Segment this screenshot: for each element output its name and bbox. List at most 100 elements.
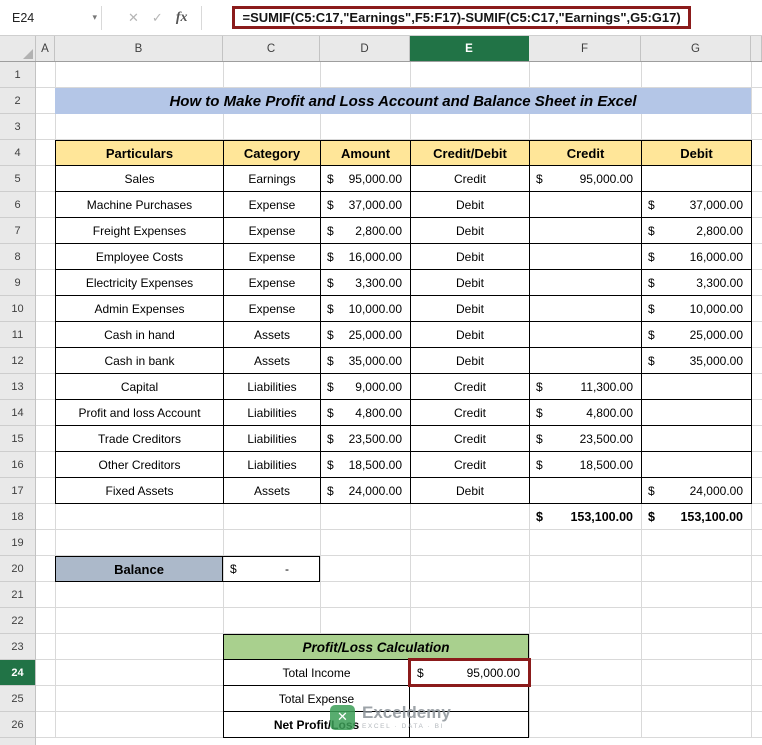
cell-category[interactable]: Liabilities bbox=[224, 452, 321, 478]
credit-total-cell[interactable]: $ 153,100.00 bbox=[529, 504, 641, 530]
cell-credit-debit[interactable]: Debit bbox=[411, 322, 530, 348]
select-all-corner[interactable] bbox=[0, 36, 36, 61]
cell-credit[interactable] bbox=[530, 478, 642, 504]
cell-credit[interactable]: $11,300.00 bbox=[530, 374, 642, 400]
cell-debit[interactable]: $25,000.00 bbox=[642, 322, 752, 348]
cell-debit[interactable]: $24,000.00 bbox=[642, 478, 752, 504]
cell-category[interactable]: Liabilities bbox=[224, 374, 321, 400]
cell-debit[interactable]: $3,300.00 bbox=[642, 270, 752, 296]
cell-particulars[interactable]: Cash in hand bbox=[56, 322, 224, 348]
cell-amount[interactable]: $35,000.00 bbox=[321, 348, 411, 374]
cancel-icon[interactable]: ✕ bbox=[128, 10, 139, 26]
header-credit-debit[interactable]: Credit/Debit bbox=[411, 140, 530, 166]
cell-credit[interactable]: $18,500.00 bbox=[530, 452, 642, 478]
formula-text[interactable]: =SUMIF(C5:C17,"Earnings",F5:F17)-SUMIF(C… bbox=[232, 6, 690, 29]
row-header-3[interactable]: 3 bbox=[0, 114, 35, 140]
row-header-5[interactable]: 5 bbox=[0, 166, 35, 192]
cell-credit-debit[interactable]: Credit bbox=[411, 426, 530, 452]
cell-credit[interactable] bbox=[530, 270, 642, 296]
row-header-13[interactable]: 13 bbox=[0, 374, 35, 400]
cell-category[interactable]: Expense bbox=[224, 270, 321, 296]
cell-debit[interactable]: $35,000.00 bbox=[642, 348, 752, 374]
cell-amount[interactable]: $25,000.00 bbox=[321, 322, 411, 348]
cell-credit-debit[interactable]: Debit bbox=[411, 192, 530, 218]
balance-label-cell[interactable]: Balance bbox=[55, 556, 223, 582]
row-header-4[interactable]: 4 bbox=[0, 140, 35, 166]
profit-loss-title-cell[interactable]: Profit/Loss Calculation bbox=[223, 634, 529, 660]
header-credit[interactable]: Credit bbox=[530, 140, 642, 166]
cell-credit-debit[interactable]: Credit bbox=[411, 452, 530, 478]
cell-category[interactable]: Expense bbox=[224, 218, 321, 244]
row-header-1[interactable]: 1 bbox=[0, 62, 35, 88]
cell-debit[interactable]: $2,800.00 bbox=[642, 218, 752, 244]
row-header-25[interactable]: 25 bbox=[0, 686, 35, 712]
cell-credit-debit[interactable]: Debit bbox=[411, 270, 530, 296]
insert-function-icon[interactable]: fx bbox=[176, 10, 188, 26]
cell-credit[interactable] bbox=[530, 348, 642, 374]
name-box-dropdown-icon[interactable]: ▾ bbox=[92, 12, 97, 23]
cell-debit[interactable] bbox=[642, 374, 752, 400]
cell-debit[interactable] bbox=[642, 426, 752, 452]
row-header-10[interactable]: 10 bbox=[0, 296, 35, 322]
cell-particulars[interactable]: Trade Creditors bbox=[56, 426, 224, 452]
cell-amount[interactable]: $95,000.00 bbox=[321, 166, 411, 192]
cell-particulars[interactable]: Profit and loss Account bbox=[56, 400, 224, 426]
cell-credit[interactable] bbox=[530, 244, 642, 270]
row-header-18[interactable]: 18 bbox=[0, 504, 35, 530]
cell-category[interactable]: Liabilities bbox=[224, 400, 321, 426]
cell-credit-debit[interactable]: Debit bbox=[411, 296, 530, 322]
header-category[interactable]: Category bbox=[224, 140, 321, 166]
cell-credit-debit[interactable]: Debit bbox=[411, 478, 530, 504]
cell-particulars[interactable]: Employee Costs bbox=[56, 244, 224, 270]
header-particulars[interactable]: Particulars bbox=[56, 140, 224, 166]
column-header-B[interactable]: B bbox=[55, 36, 223, 61]
cell-debit[interactable]: $16,000.00 bbox=[642, 244, 752, 270]
cell-amount[interactable]: $24,000.00 bbox=[321, 478, 411, 504]
balance-value-cell[interactable]: $ - bbox=[222, 556, 320, 582]
header-amount[interactable]: Amount bbox=[321, 140, 411, 166]
cell-category[interactable]: Assets bbox=[224, 348, 321, 374]
cell-particulars[interactable]: Other Creditors bbox=[56, 452, 224, 478]
cell-amount[interactable]: $9,000.00 bbox=[321, 374, 411, 400]
cell-debit[interactable] bbox=[642, 166, 752, 192]
cell-amount[interactable]: $16,000.00 bbox=[321, 244, 411, 270]
cell-amount[interactable]: $37,000.00 bbox=[321, 192, 411, 218]
name-box[interactable]: E24 ▾ bbox=[4, 4, 101, 32]
cell-particulars[interactable]: Sales bbox=[56, 166, 224, 192]
enter-icon[interactable]: ✓ bbox=[152, 10, 163, 26]
cell-debit[interactable] bbox=[642, 452, 752, 478]
cell-credit[interactable]: $95,000.00 bbox=[530, 166, 642, 192]
cell-amount[interactable]: $18,500.00 bbox=[321, 452, 411, 478]
cell-category[interactable]: Liabilities bbox=[224, 426, 321, 452]
row-header-23[interactable]: 23 bbox=[0, 634, 35, 660]
cell-debit[interactable]: $10,000.00 bbox=[642, 296, 752, 322]
cell-credit[interactable]: $4,800.00 bbox=[530, 400, 642, 426]
cell-credit[interactable] bbox=[530, 322, 642, 348]
cell-amount[interactable]: $2,800.00 bbox=[321, 218, 411, 244]
cell-particulars[interactable]: Machine Purchases bbox=[56, 192, 224, 218]
cell-credit[interactable] bbox=[530, 192, 642, 218]
cell-debit[interactable] bbox=[642, 400, 752, 426]
cell-credit-debit[interactable]: Debit bbox=[411, 348, 530, 374]
row-header-19[interactable]: 19 bbox=[0, 530, 35, 556]
cell-category[interactable]: Expense bbox=[224, 244, 321, 270]
column-header-E[interactable]: E bbox=[410, 36, 529, 61]
row-header-11[interactable]: 11 bbox=[0, 322, 35, 348]
row-header-9[interactable]: 9 bbox=[0, 270, 35, 296]
row-header-26[interactable]: 26 bbox=[0, 712, 35, 738]
cell-credit-debit[interactable]: Debit bbox=[411, 244, 530, 270]
cell-category[interactable]: Earnings bbox=[224, 166, 321, 192]
cell-category[interactable]: Expense bbox=[224, 296, 321, 322]
row-header-24[interactable]: 24 bbox=[0, 660, 35, 686]
cell-category[interactable]: Assets bbox=[224, 322, 321, 348]
row-header-20[interactable]: 20 bbox=[0, 556, 35, 582]
column-header-A[interactable]: A bbox=[36, 36, 55, 61]
cell-credit-debit[interactable]: Credit bbox=[411, 374, 530, 400]
cell-amount[interactable]: $10,000.00 bbox=[321, 296, 411, 322]
cell-credit[interactable]: $23,500.00 bbox=[530, 426, 642, 452]
total-income-value-cell[interactable]: $ 95,000.00 bbox=[410, 660, 529, 686]
cell-particulars[interactable]: Cash in bank bbox=[56, 348, 224, 374]
row-header-21[interactable]: 21 bbox=[0, 582, 35, 608]
cell-particulars[interactable]: Freight Expenses bbox=[56, 218, 224, 244]
cell-credit-debit[interactable]: Debit bbox=[411, 218, 530, 244]
